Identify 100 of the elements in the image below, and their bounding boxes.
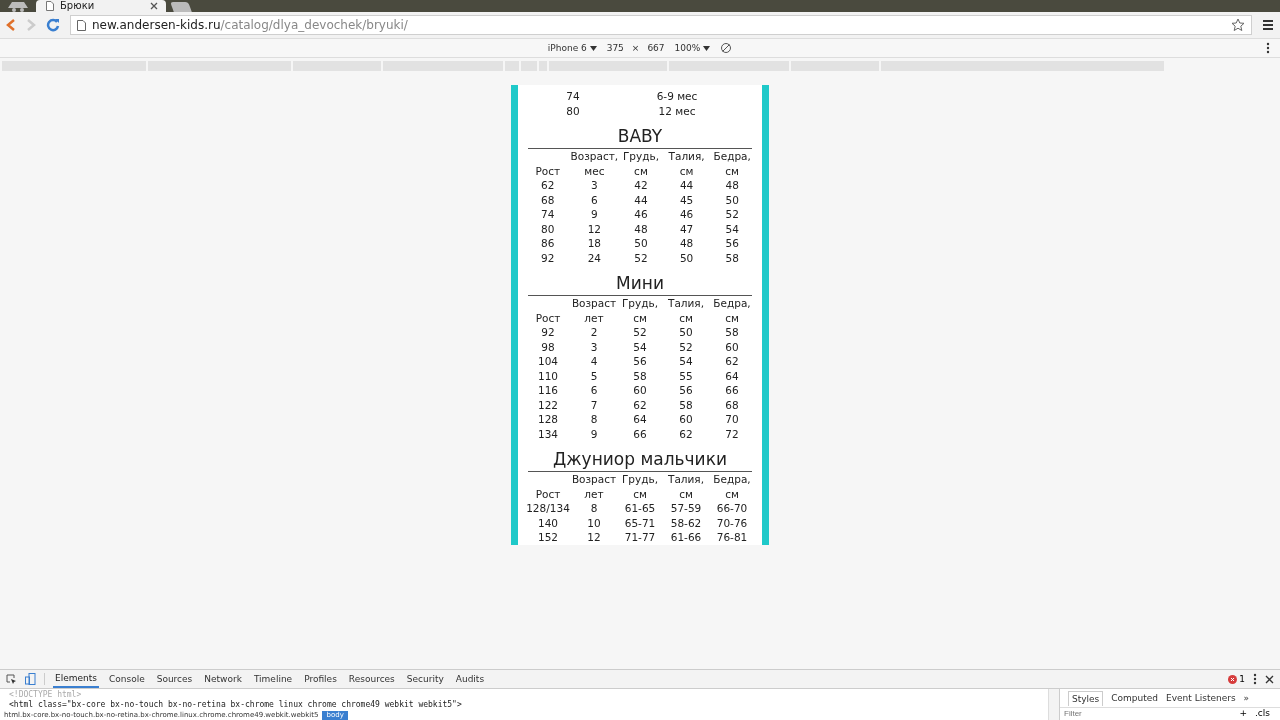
table-cell-text: 66 [632, 426, 648, 441]
inspect-icon[interactable] [6, 673, 17, 685]
column-header: Возраст [571, 296, 617, 311]
table-cell-text: 12 [586, 221, 603, 236]
table-cell-text: 52 [678, 339, 694, 354]
table-cell-text: 5 [589, 368, 599, 383]
more-icon[interactable] [1266, 42, 1270, 54]
table-cell-text: 58 [724, 325, 740, 340]
table-cell-text: 61-65 [623, 501, 657, 516]
more-tabs-button[interactable]: » [1243, 693, 1250, 703]
star-icon[interactable] [1231, 18, 1245, 32]
section-title: Джуниор мальчики [552, 449, 728, 469]
back-icon[interactable] [6, 19, 16, 31]
scrollbar[interactable] [1048, 689, 1059, 720]
new-tab-button[interactable] [170, 2, 192, 12]
code-line[interactable]: <html class="bx-core bx-no-touch bx-no-retina bx-chrome linux chrome chrome49 webkit webkit5"> [9, 700, 1039, 710]
browser-tab[interactable]: Брюки [36, 0, 166, 12]
error-count[interactable]: 1 [1239, 674, 1245, 684]
more-icon[interactable] [1253, 673, 1257, 685]
table-cell-text: 7 [589, 397, 599, 412]
column-header: лет [583, 486, 605, 501]
table-cell-text: 10 [586, 515, 602, 530]
devtools-tab[interactable]: Audits [453, 671, 487, 687]
table-cell-text: 9 [590, 207, 599, 222]
table-cell-text: 86 [540, 236, 556, 251]
incognito-icon [6, 0, 30, 12]
devtools-tab[interactable]: Elements [53, 670, 99, 688]
table-cell-text: 8 [589, 412, 599, 427]
table-cell-text: 8 [589, 501, 599, 516]
menu-icon[interactable] [1262, 19, 1274, 31]
table-cell-text: 52 [633, 250, 649, 265]
table-cell-text: 57-59 [669, 501, 703, 516]
devtools-tab[interactable]: Profiles [302, 671, 339, 687]
devtools-tab[interactable]: Resources [346, 671, 397, 687]
table-cell-text: 44 [633, 192, 649, 207]
error-icon[interactable] [1228, 674, 1238, 684]
tab-title: Брюки [60, 0, 96, 12]
table-cell-text: 58-62 [669, 515, 703, 530]
column-header: см [724, 486, 740, 501]
table-cell-text: 60 [632, 383, 648, 398]
column-header: Бедра, [712, 149, 752, 164]
reload-icon[interactable] [46, 18, 60, 32]
class-toggle-button[interactable]: .cls [1255, 708, 1270, 718]
column-header: см [724, 310, 740, 325]
styles-tab[interactable]: Computed [1111, 693, 1159, 703]
table-cell-text: 60 [678, 412, 694, 427]
styles-tab[interactable]: Event Listeners [1166, 693, 1236, 703]
column-header: Грудь, [620, 472, 660, 487]
table-cell-text: 48 [633, 221, 649, 236]
rotate-icon[interactable] [720, 42, 733, 54]
column-header: см [632, 486, 648, 501]
table-cell-text: 48 [724, 178, 740, 193]
devtools-tab[interactable]: Sources [154, 671, 195, 687]
table-cell-text: 70 [724, 412, 740, 427]
section-title: BABY [616, 126, 664, 146]
devtools-tab[interactable]: Network [202, 671, 244, 687]
table-cell-text: 134 [536, 426, 559, 441]
table-cell-text: 24 [586, 250, 603, 265]
zoom-dropdown[interactable]: 100% [674, 43, 711, 53]
width-field[interactable]: 375 [606, 43, 624, 53]
table-cell-text: 92 [540, 325, 556, 340]
table-cell-text: 54 [678, 354, 694, 369]
table-cell-text: 70-76 [715, 515, 749, 530]
table-cell-text: 46 [633, 207, 649, 222]
column-header: см [678, 486, 694, 501]
table-cell: 128/134 [525, 501, 571, 516]
table-cell-text: 58 [632, 368, 648, 383]
table-cell-text: 140 [536, 515, 559, 530]
device-mode-icon[interactable] [25, 673, 36, 685]
close-icon[interactable] [150, 2, 158, 10]
table-cell-text: 52 [724, 207, 740, 222]
address-bar[interactable]: new.andersen-kids.ru/catalog/dlya_devochek/bryuki/ [70, 15, 1252, 35]
filter-field[interactable]: Filter [1060, 708, 1232, 718]
table-cell-text: 62 [724, 354, 740, 369]
add-rule-button[interactable]: + [1239, 708, 1247, 718]
table-cell-text: 2 [589, 325, 599, 340]
table-cell-text: 62 [540, 178, 556, 193]
table-cell-text: 72 [724, 426, 740, 441]
table-cell-text: 92 [540, 250, 556, 265]
device-dropdown[interactable]: iPhone 6 [547, 43, 597, 53]
table-cell-text: 48 [678, 236, 695, 251]
table-cell-text: 76-81 [715, 530, 749, 545]
table-cell-text: 128 [536, 412, 559, 427]
table-cell-text: 45 [678, 192, 695, 207]
table-cell-text: 80 [540, 221, 556, 236]
table-cell-text: 50 [678, 325, 694, 340]
column-header: см [724, 163, 741, 178]
height-field[interactable]: 667 [647, 43, 665, 53]
column-header: Грудь, [620, 296, 660, 311]
devtools-tab[interactable]: Timeline [251, 671, 295, 687]
table-cell-text: 50 [678, 250, 695, 265]
close-icon[interactable] [1265, 674, 1274, 684]
table-cell-text: 65-71 [623, 515, 657, 530]
styles-tab[interactable]: Styles [1068, 690, 1104, 706]
devtools-tab[interactable]: Console [106, 671, 147, 687]
table-cell-text: 6 [589, 383, 599, 398]
table-cell-text: 56 [678, 383, 694, 398]
table-cell-text: 71-77 [623, 530, 657, 545]
devtools-tab[interactable]: Security [404, 671, 446, 687]
table-cell-text: 64 [632, 412, 648, 427]
